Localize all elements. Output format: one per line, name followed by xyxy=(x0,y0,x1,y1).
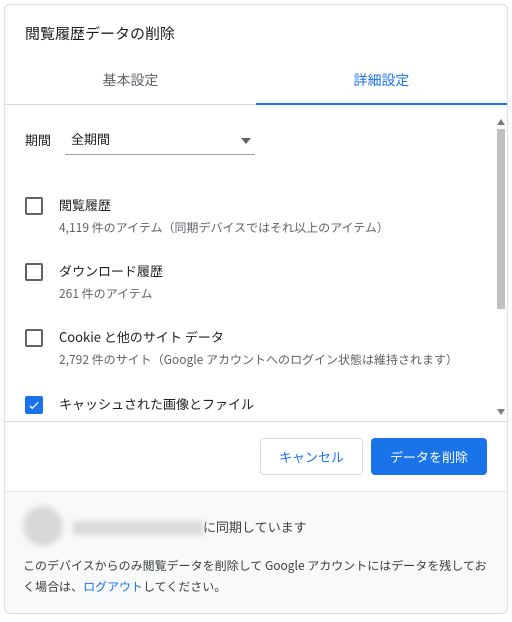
logout-link[interactable]: ログアウト xyxy=(83,578,143,595)
scrollbar-thumb[interactable] xyxy=(497,129,505,309)
avatar xyxy=(23,506,63,546)
dialog-actions: キャンセル データを削除 xyxy=(5,422,507,491)
option-browsing-history[interactable]: 閲覧履歴 4,119 件のアイテム（同期デバイスではそれ以上のアイテム） xyxy=(25,183,487,249)
option-title: ダウンロード履歴 xyxy=(59,261,487,280)
tab-advanced[interactable]: 詳細設定 xyxy=(256,58,507,104)
time-range-label: 期間 xyxy=(25,130,51,149)
option-sub: 4,119 件のアイテム（同期デバイスではそれ以上のアイテム） xyxy=(59,218,487,237)
option-title: 閲覧履歴 xyxy=(59,195,487,214)
delete-button[interactable]: データを削除 xyxy=(371,438,487,475)
checkbox-cached-images[interactable] xyxy=(25,396,43,414)
cancel-button[interactable]: キャンセル xyxy=(260,438,363,475)
time-range-select[interactable]: 全期間 xyxy=(65,123,255,155)
dialog-body: 期間 全期間 閲覧履歴 4,119 件のアイテム（同期デバイスではそれ以上のアイ… xyxy=(5,105,507,422)
option-cookies[interactable]: Cookie と他のサイト データ 2,792 件のサイト（Google アカウ… xyxy=(25,315,487,381)
dialog-footer: に同期しています このデバイスからのみ閲覧データを削除して Google アカウ… xyxy=(5,491,507,613)
account-email-redacted xyxy=(73,521,203,535)
option-sub: 31.5 MB xyxy=(59,417,487,423)
tab-bar: 基本設定 詳細設定 xyxy=(5,58,507,105)
clear-browsing-data-dialog: 閲覧履歴データの削除 基本設定 詳細設定 期間 全期間 xyxy=(4,4,508,614)
dialog-title: 閲覧履歴データの削除 xyxy=(5,5,507,58)
checkbox-browsing-history[interactable] xyxy=(25,197,43,215)
time-range-row: 期間 全期間 xyxy=(25,123,487,155)
time-range-value: 全期間 xyxy=(71,129,110,148)
checkbox-download-history[interactable] xyxy=(25,263,43,281)
option-sub: 2,792 件のサイト（Google アカウントへのログイン状態は維持されます） xyxy=(59,350,487,369)
option-cached-images[interactable]: キャッシュされた画像とファイル 31.5 MB xyxy=(25,382,487,423)
checkbox-cookies[interactable] xyxy=(25,329,43,347)
footer-note: このデバイスからのみ閲覧データを削除して Google アカウントにはデータを残… xyxy=(23,556,489,597)
sync-text: に同期しています xyxy=(73,517,307,536)
option-title: キャッシュされた画像とファイル xyxy=(59,394,487,413)
option-sub: 261 件のアイテム xyxy=(59,284,487,303)
tab-basic[interactable]: 基本設定 xyxy=(5,58,256,104)
sync-account-row: に同期しています xyxy=(23,506,489,546)
scrollbar[interactable] xyxy=(497,119,505,415)
chevron-down-icon xyxy=(241,129,251,148)
option-download-history[interactable]: ダウンロード履歴 261 件のアイテム xyxy=(25,249,487,315)
option-title: Cookie と他のサイト データ xyxy=(59,327,487,346)
